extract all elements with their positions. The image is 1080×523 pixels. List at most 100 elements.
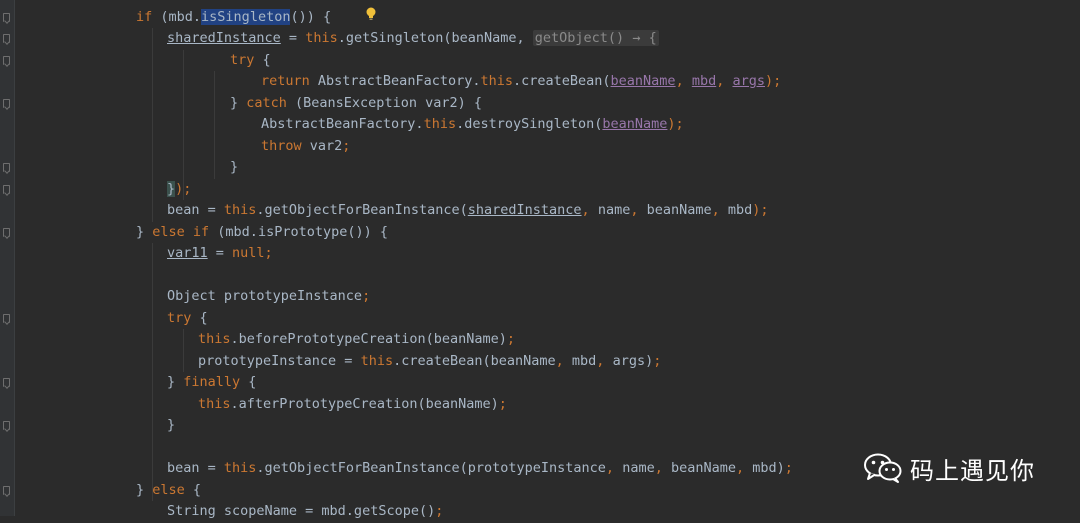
code-token: bean =	[167, 460, 224, 476]
code-token: mbd	[727, 202, 753, 218]
code-token: );	[765, 73, 782, 89]
code-token: .beforePrototypeCreation(beanName)	[230, 331, 507, 347]
code-token: }	[230, 94, 247, 111]
code-line[interactable]: try {	[14, 50, 1080, 72]
code-token: ,	[654, 460, 671, 476]
code-line[interactable]: } finally {	[14, 372, 1080, 394]
code-token: this	[223, 460, 257, 476]
code-token: ()) {	[290, 8, 332, 25]
code-token: this	[198, 395, 231, 412]
code-token: return	[261, 73, 310, 89]
watermark: 码上遇见你	[864, 452, 1035, 485]
code-line[interactable]: String scopeName = mbd.getScope();	[14, 501, 1080, 523]
code-token: {	[254, 51, 271, 68]
code-token: else if	[152, 223, 210, 240]
code-token: this	[198, 331, 231, 347]
code-token: .afterPrototypeCreation(beanName)	[230, 395, 499, 412]
fold-marker-icon[interactable]	[3, 313, 10, 323]
editor-gutter	[0, 0, 15, 516]
code-token: ,	[675, 73, 692, 89]
fold-marker-icon[interactable]	[3, 163, 10, 172]
code-token: String scopeName = mbd.getScope()	[167, 503, 436, 519]
code-token: }	[167, 417, 176, 433]
code-token: .createBean(	[512, 73, 611, 89]
code-line[interactable]: if (mbd.isSingleton()) {	[14, 7, 1080, 29]
code-line[interactable]: }	[14, 157, 1080, 179]
code-token: ;	[784, 460, 793, 476]
code-token: try	[230, 51, 255, 68]
code-token: =	[207, 245, 233, 261]
code-token: mbd	[691, 73, 717, 89]
code-token: );	[667, 116, 684, 132]
indent-guide	[183, 49, 184, 200]
code-token: this	[360, 352, 394, 369]
code-token: var2	[301, 137, 343, 154]
code-token: else	[152, 481, 185, 498]
code-line[interactable]: });	[14, 179, 1080, 201]
code-line[interactable]: } else if (mbd.isPrototype()) {	[14, 222, 1080, 244]
code-token: ,	[716, 73, 733, 89]
code-token: .getObjectForBeanInstance(prototypeInsta…	[256, 460, 606, 476]
code-token: {	[191, 309, 208, 326]
code-token: ;	[653, 352, 662, 369]
code-token: ,	[630, 202, 647, 218]
code-line[interactable]: throw var2;	[14, 136, 1080, 158]
code-token: try	[167, 309, 192, 326]
fold-marker-icon[interactable]	[3, 34, 10, 43]
code-token: (mbd.isPrototype()) {	[209, 223, 388, 240]
code-token: sharedInstance	[167, 30, 281, 46]
code-token: beanName	[646, 202, 712, 218]
fold-marker-icon[interactable]	[3, 227, 10, 237]
code-token: ;	[435, 503, 444, 519]
code-token: ;	[498, 395, 507, 412]
wechat-icon	[864, 453, 902, 483]
code-token: catch	[246, 94, 287, 111]
code-token: throw	[261, 137, 302, 154]
code-token: =	[280, 30, 306, 46]
code-token: ,	[711, 202, 728, 218]
code-token: (mbd.	[152, 8, 202, 25]
code-token: beanName	[670, 460, 736, 476]
code-token: sharedInstance	[467, 202, 582, 218]
code-token: .getSingleton(beanName,	[337, 30, 533, 46]
code-token: ;	[506, 331, 515, 347]
code-line[interactable]: var11 = null;	[14, 243, 1080, 265]
code-line[interactable]: try {	[14, 308, 1080, 330]
code-line[interactable]: } catch (BeansException var2) {	[14, 93, 1080, 115]
code-line[interactable]: sharedInstance = this.getSingleton(beanN…	[14, 28, 1080, 50]
lightbulb-icon[interactable]	[366, 7, 376, 21]
code-line[interactable]: this.beforePrototypeCreation(beanName);	[14, 329, 1080, 351]
code-token: {	[240, 374, 257, 390]
code-line[interactable]: }	[14, 415, 1080, 437]
fold-marker-icon[interactable]	[3, 12, 10, 22]
fold-marker-icon[interactable]	[3, 184, 10, 194]
code-line[interactable]: AbstractBeanFactory.this.destroySingleto…	[14, 114, 1080, 136]
code-line[interactable]: bean = this.getObjectForBeanInstance(sha…	[14, 200, 1080, 222]
code-line[interactable]	[14, 265, 1080, 287]
code-token: {	[184, 481, 202, 498]
code-line[interactable]: return AbstractBeanFactory.this.createBe…	[14, 71, 1080, 93]
watermark-text: 码上遇见你	[910, 456, 1035, 485]
code-token: null	[232, 245, 265, 261]
code-token: this	[423, 116, 457, 132]
code-token: ,	[555, 352, 572, 369]
code-line[interactable]: prototypeInstance = this.createBean(bean…	[14, 351, 1080, 373]
code-token: AbstractBeanFactory.	[261, 116, 424, 132]
code-token: beanName	[610, 73, 676, 89]
code-token: .destroySingleton(	[456, 116, 603, 132]
code-token: mbd	[571, 352, 597, 369]
code-token: .getObjectForBeanInstance(	[256, 202, 468, 218]
code-token: args)	[612, 352, 654, 369]
fold-marker-icon[interactable]	[3, 421, 10, 430]
code-line[interactable]: this.afterPrototypeCreation(beanName);	[14, 394, 1080, 416]
code-token: ;	[362, 288, 371, 304]
code-token: name	[622, 460, 655, 476]
fold-marker-icon[interactable]	[3, 98, 10, 108]
code-token: if	[136, 8, 153, 25]
fold-marker-icon[interactable]	[3, 55, 10, 65]
code-line[interactable]: Object prototypeInstance;	[14, 286, 1080, 308]
fold-marker-icon[interactable]	[3, 378, 10, 387]
fold-marker-icon[interactable]	[3, 485, 10, 495]
code-token: name	[597, 202, 631, 218]
code-token: Object prototypeInstance	[167, 288, 363, 304]
